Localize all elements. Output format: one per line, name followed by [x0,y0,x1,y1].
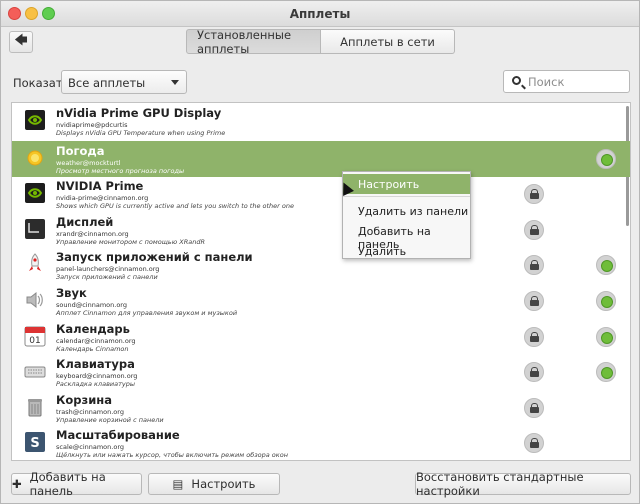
nvidia-icon [24,109,46,131]
status-indicator-icon[interactable] [596,362,616,382]
lock-icon [524,362,544,382]
applet-row[interactable]: NVIDIA Prime nvidia-prime@cinnamon.org Sho… [12,176,630,212]
restore-defaults-button[interactable]: Восстановить стандартные настройки [415,470,631,498]
context-menu: Настроить Удалить из панели Добавить на па… [342,171,471,259]
applet-name: Клавиатура [56,357,135,371]
applet-row[interactable]: Клавиатура keyboard@cinnamon.org Раскладка… [12,354,630,390]
applet-list[interactable]: nVidia Prime GPU Display nvidiaprime@pdcu… [11,102,631,461]
applet-description: Displays nVidia GPU Temperature when usi… [56,129,226,137]
applet-name: nVidia Prime GPU Display [56,106,222,120]
scale-icon: S [24,431,46,453]
lock-icon [524,398,544,418]
applet-row[interactable]: Корзина trash@cinnamon.org Управление корз… [12,390,630,426]
applet-name: Дисплей [56,215,114,229]
trash-icon [24,396,46,418]
applet-name: Погода [56,144,105,158]
applet-uuid: sound@cinnamon.org [56,301,127,309]
applet-uuid: weather@mockturtl [56,159,121,167]
applet-description: Управление корзиной с панели [56,416,164,424]
lock-icon [524,433,544,453]
applet-description: Раскладка клавиатуры [56,380,136,388]
status-indicator-icon[interactable] [596,291,616,311]
applet-name: Масштабирование [56,428,180,442]
keyboard-icon [24,360,46,382]
applet-filter-select[interactable]: Все апплеты [61,70,187,94]
applet-uuid: keyboard@cinnamon.org [56,372,138,380]
applet-uuid: xrandr@cinnamon.org [56,230,129,238]
settings-doc-icon: ▤ [172,477,184,491]
tab-online-applets[interactable]: Апплеты в сети [321,29,455,54]
calendar-icon: 01 [24,325,46,347]
applet-row[interactable]: Звук sound@cinnamon.org Апплет Cinnamon дл… [12,283,630,319]
filter-selected-value: Все апплеты [68,76,146,90]
applet-name: NVIDIA Prime [56,179,144,193]
speaker-icon [24,289,46,311]
lock-icon [524,220,544,240]
arrow-left-icon: 🡄 [14,33,28,48]
applet-description: Календарь Cinnamon [56,345,129,353]
status-indicator-icon[interactable] [596,327,616,347]
title-bar: Апплеты [1,1,639,27]
search-icon [512,76,521,85]
applet-uuid: nvidia-prime@cinnamon.org [56,194,149,202]
display-icon [24,218,46,240]
status-indicator-icon[interactable] [596,149,616,169]
applet-description: Щёлкнуть или нажать курсор, чтобы включи… [56,451,288,459]
add-to-panel-label: Добавить на панель [29,470,106,498]
applet-name: Календарь [56,322,130,336]
applet-name: Корзина [56,393,112,407]
menu-separator [343,196,470,197]
configure-label: Настроить [191,477,256,491]
search-placeholder: Поиск [528,75,565,89]
svg-text:S: S [30,436,39,451]
context-menu-item[interactable]: Удалить из панели [343,201,470,221]
rocket-icon [24,253,46,275]
lock-icon [524,327,544,347]
context-menu-item[interactable]: Настроить [343,174,470,194]
applet-uuid: nvidiaprime@pdcurtis [56,121,128,129]
applet-row[interactable]: S Масштабирование scale@cinnamon.org Щёлкну… [12,425,630,460]
plus-icon: ✚ [12,477,22,491]
context-menu-item[interactable]: Добавить на панель [343,221,470,251]
applet-uuid: calendar@cinnamon.org [56,337,136,345]
applet-description: Управление монитором с помощью XRandR [56,238,205,246]
applet-row[interactable]: Запуск приложений с панели panel-launcher… [12,247,630,283]
lock-icon [524,291,544,311]
lock-icon [524,255,544,275]
applets-window: Апплеты 🡄 Установленные апплеты Апплеты … [0,0,640,504]
tab-installed-applets[interactable]: Установленные апплеты [186,28,321,56]
applet-description: Shows which GPU is currently active and … [56,202,295,210]
applet-row[interactable]: 01 Календарь calendar@cinnamon.org Календар… [12,319,630,355]
nvidia-icon [24,182,46,204]
applet-row[interactable]: Погода weather@mockturtl Просмотр местного… [12,141,630,177]
applet-row[interactable]: Дисплей xrandr@cinnamon.org Управление мон… [12,212,630,248]
weather-sun-icon [24,147,46,169]
search-input[interactable]: Поиск [503,70,630,93]
applet-description: Апплет Cinnamon для управления звуком и … [56,309,238,317]
applet-name: Запуск приложений с панели [56,250,253,264]
chevron-down-icon [171,80,179,85]
applet-name: Звук [56,286,87,300]
applet-uuid: panel-launchers@cinnamon.org [56,265,160,273]
configure-button[interactable]: ▤ Настроить [148,473,280,495]
back-button[interactable]: 🡄 [9,31,33,53]
applet-uuid: trash@cinnamon.org [56,408,124,416]
svg-text:01: 01 [29,336,40,346]
applet-row[interactable]: nVidia Prime GPU Display nvidiaprime@pdcu… [12,103,630,139]
window-title: Апплеты [289,7,351,21]
add-to-panel-button[interactable]: ✚ Добавить на панель [11,470,142,498]
applet-description: Запуск приложений с панели [56,273,158,281]
tab-bar: Установленные апплеты Апплеты в сети [186,28,455,56]
applet-uuid: scale@cinnamon.org [56,443,125,451]
applet-description: Просмотр местного прогноза погоды [56,167,185,175]
context-menu-item[interactable]: Удалить [343,241,470,261]
lock-icon [524,184,544,204]
status-indicator-icon[interactable] [596,255,616,275]
